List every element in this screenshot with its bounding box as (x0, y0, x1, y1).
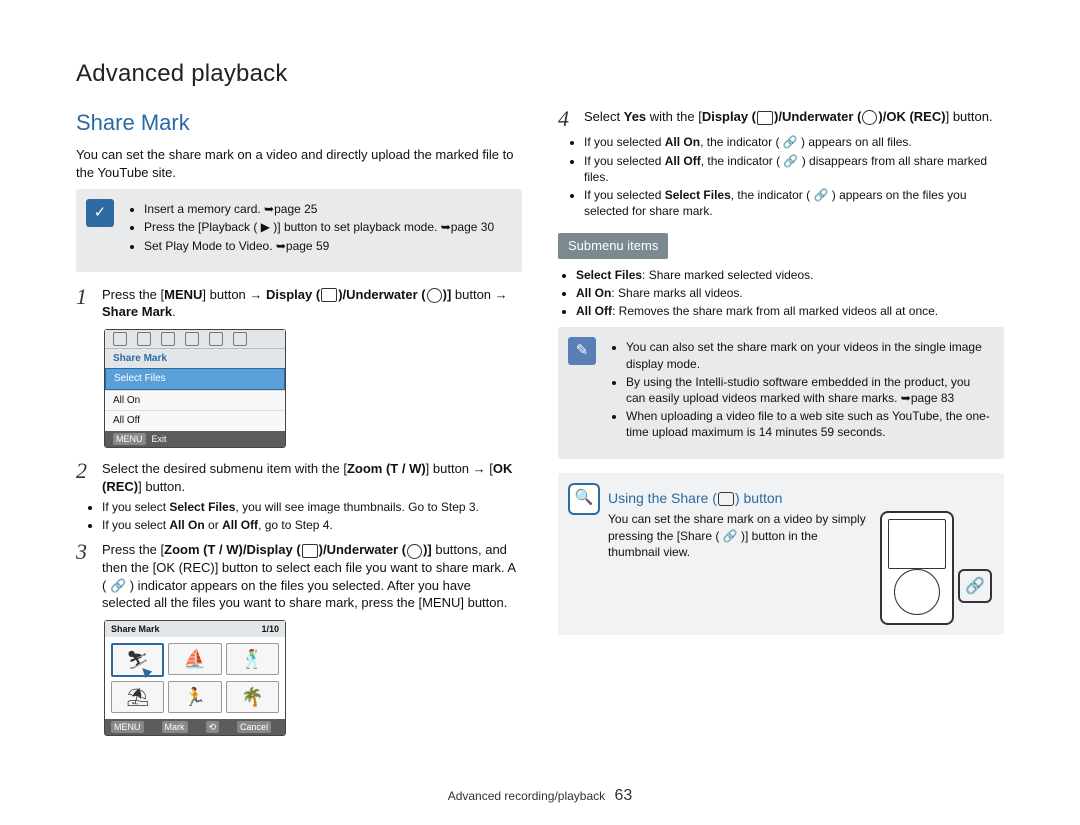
section-intro: You can set the share mark on a video an… (76, 146, 522, 181)
page-number: 63 (614, 787, 632, 804)
display-icon (321, 288, 337, 302)
underwater-icon (407, 544, 422, 559)
step-4-bullets: If you selected All On, the indicator ( … (558, 134, 1004, 219)
share-button-icon: 🔗 (958, 569, 992, 603)
thumb-cell: 🏃 (168, 681, 221, 713)
step-1: 1 Press the [MENU] button → Display ()/U… (76, 286, 522, 321)
display-icon (757, 111, 773, 125)
ui-menu-row-selected: Select Files (105, 368, 285, 390)
ui-screenshot-menu: Share Mark Select Files All On All Off M… (104, 329, 286, 448)
thumb-cell: ⛱ (111, 681, 164, 713)
thumb-cell: 🌴 (226, 681, 279, 713)
precheck-item: Press the [Playback ( ▶ )] button to set… (144, 219, 510, 235)
tip-bullet: You can also set the share mark on your … (626, 339, 992, 371)
page-title: Advanced playback (76, 58, 1004, 90)
menu-iconstrip (105, 330, 285, 349)
underwater-icon (862, 110, 877, 125)
step-4: 4 Select Yes with the [Display ()/Underw… (558, 108, 1004, 130)
step-number: 2 (76, 460, 92, 495)
magnifier-icon: 🔍 (568, 483, 600, 515)
left-column: Share Mark You can set the share mark on… (76, 108, 522, 744)
thumb-cell: ⛵ (168, 643, 221, 675)
step-number: 3 (76, 541, 92, 611)
step-2-bullets: If you select Select Files, you will see… (76, 499, 522, 533)
share-icon (718, 492, 734, 506)
thumb-cell-selected: ⛷ (111, 643, 164, 677)
thumb-cell: 🕺 (226, 643, 279, 675)
submenu-chip: Submenu items (558, 233, 668, 259)
using-share-text: You can set the share mark on a video by… (608, 511, 868, 560)
display-icon (302, 544, 318, 558)
submenu-list: Select Files: Share marked selected vide… (558, 267, 1004, 320)
step-number: 4 (558, 108, 574, 130)
footer-section: Advanced recording/playback (448, 789, 605, 803)
thumb-counter: 1/10 (261, 623, 279, 635)
tip-bullet: By using the Intelli-studio software emb… (626, 374, 992, 406)
ui-menu-row: All Off (105, 410, 285, 431)
tip-box: ✎ You can also set the share mark on you… (558, 327, 1004, 458)
tip-bullet: When uploading a video file to a web sit… (626, 408, 992, 440)
precheck-box: ✓ Insert a memory card. ➥page 25 Press t… (76, 189, 522, 272)
step-3: 3 Press the [Zoom (T / W)/Display ()/Und… (76, 541, 522, 611)
section-heading: Share Mark (76, 108, 522, 138)
using-share-box: 🔍 Using the Share () button You can set … (558, 473, 1004, 636)
pencil-icon: ✎ (568, 337, 596, 365)
ui-menu-footer: MENUExit (105, 431, 285, 447)
ui-menu-header: Share Mark (105, 349, 285, 369)
right-column: 4 Select Yes with the [Display ()/Underw… (558, 108, 1004, 744)
ui-menu-row: All On (105, 390, 285, 411)
manual-page: Advanced playback Share Mark You can set… (0, 0, 1080, 825)
check-icon: ✓ (86, 199, 114, 227)
precheck-item: Insert a memory card. ➥page 25 (144, 201, 510, 217)
underwater-icon (427, 288, 442, 303)
step-number: 1 (76, 286, 92, 321)
using-share-heading: Using the Share () button (608, 489, 992, 508)
ui-screenshot-thumbnails: Share Mark1/10 ⛷ ⛵ 🕺 ⛱ 🏃 🌴 MENUMark⟲Canc… (104, 620, 286, 736)
precheck-item: Set Play Mode to Video. ➥page 59 (144, 238, 510, 254)
step-2: 2 Select the desired submenu item with t… (76, 460, 522, 495)
device-illustration (880, 511, 954, 625)
page-footer: Advanced recording/playback 63 (0, 785, 1080, 807)
